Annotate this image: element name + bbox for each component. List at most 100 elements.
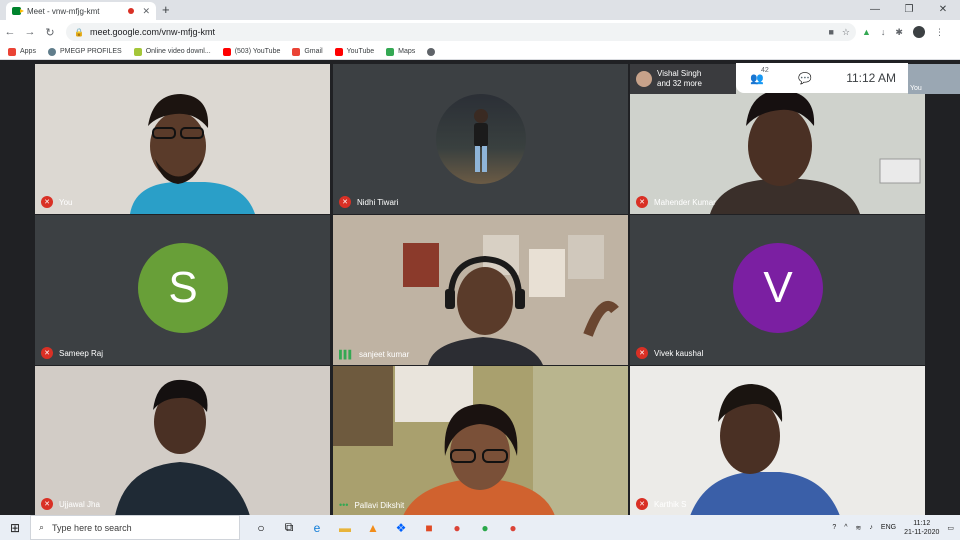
tile-name-tag: ✕ Karthik S <box>636 498 686 510</box>
participant-name: sanjeet kumar <box>359 350 410 359</box>
menu-dots-icon[interactable]: ⋮ <box>935 27 944 38</box>
language-indicator[interactable]: ENG <box>881 524 896 531</box>
bookmark-gmail[interactable]: Gmail <box>292 47 323 56</box>
bookmark-globe[interactable] <box>427 47 436 56</box>
forward-icon[interactable]: → <box>20 26 40 38</box>
bookmark-video-downloader[interactable]: Online video downl... <box>133 47 211 56</box>
youtube-icon <box>334 47 343 56</box>
edge-icon[interactable]: e <box>310 521 324 535</box>
gmail-icon <box>292 47 301 56</box>
participant-name: Pallavi Dikshit <box>354 500 405 510</box>
mic-off-icon: ✕ <box>339 196 351 208</box>
participant-video <box>333 215 628 365</box>
extension-icon[interactable]: ↓ <box>881 27 886 37</box>
close-window-button[interactable]: ✕ <box>926 0 960 20</box>
browser-tab-strip: Meet - vnw-mfjg-kmt ✕ + — ❐ ✕ <box>0 0 960 20</box>
green-app-icon[interactable]: ● <box>478 521 492 535</box>
reload-icon[interactable]: ↻ <box>40 26 60 39</box>
bookmark-youtube-503[interactable]: (503) YouTube <box>222 47 280 56</box>
participant-video <box>35 64 330 214</box>
participant-summary[interactable]: Vishal Singh and 32 more <box>630 64 736 94</box>
taskbar-clock[interactable]: 11:12 21-11-2020 <box>904 519 939 537</box>
participant-name: Ujjawal Jha <box>59 499 100 509</box>
camera-icon[interactable]: ■ <box>828 27 833 37</box>
dropbox-icon[interactable]: ❖ <box>394 521 408 535</box>
self-view-thumbnail[interactable]: You <box>908 64 960 94</box>
window-controls: — ❐ ✕ <box>858 0 960 20</box>
participant-name: Karthik S <box>654 499 687 509</box>
tile-name-tag: ▌▌▌ sanjeet kumar <box>339 350 409 359</box>
recording-indicator-icon <box>128 8 135 14</box>
extension-icons: ▲ ↓ ✱ ⋮ <box>862 23 944 41</box>
participant-video <box>630 366 925 516</box>
bookmark-pmegp[interactable]: PMEGP PROFILES <box>47 47 122 56</box>
maps-icon <box>386 47 395 56</box>
chat-icon[interactable]: 💬 <box>798 72 812 85</box>
tile-name-tag: ✕ Mahender Kumar <box>636 196 716 208</box>
cortana-icon[interactable]: ○ <box>254 521 268 535</box>
youtube-icon <box>222 47 231 56</box>
wifi-icon[interactable]: ≋ <box>856 524 862 532</box>
people-icon[interactable]: 👥 42 <box>750 67 769 85</box>
participant-tile-ujjawal[interactable]: ✕ Ujjawal Jha <box>35 366 330 516</box>
help-icon[interactable]: ? <box>832 524 836 531</box>
puzzle-icon[interactable]: ✱ <box>895 27 903 38</box>
participant-name: Mahender Kumar <box>654 197 716 207</box>
mic-off-icon: ✕ <box>41 196 53 208</box>
mic-off-icon: ✕ <box>636 196 648 208</box>
app-icon[interactable]: ■ <box>422 521 436 535</box>
volume-icon[interactable]: ♪ <box>869 524 873 531</box>
bookmarks-bar: Apps PMEGP PROFILES Online video downl..… <box>0 44 960 60</box>
bookmark-maps[interactable]: Maps <box>386 47 415 56</box>
chrome-icon[interactable]: ● <box>506 521 520 535</box>
chrome-icon[interactable]: ● <box>450 521 464 535</box>
participant-name: Sameep Raj <box>59 348 104 358</box>
bookmark-star-icon[interactable]: ☆ <box>842 27 850 38</box>
self-view-label: You <box>910 85 922 92</box>
pmegp-logo-icon <box>47 47 56 56</box>
windows-start-icon[interactable]: ⊞ <box>0 521 30 535</box>
search-icon: ⌕ <box>39 522 45 532</box>
chevron-up-icon[interactable]: ^ <box>844 524 847 531</box>
meeting-clock: 11:12 AM <box>846 71 896 85</box>
summary-more: and 32 more <box>657 79 702 88</box>
audio-active-icon: ••• <box>339 500 349 510</box>
participant-tile-karthik[interactable]: ✕ Karthik S <box>630 366 925 516</box>
profile-avatar[interactable] <box>912 26 925 38</box>
participant-tile-nidhi[interactable]: ✕ Nidhi Tiwari <box>333 64 628 214</box>
letter-avatar: V <box>733 243 823 333</box>
system-tray: ? ^ ≋ ♪ ENG 11:12 21-11-2020 ▭ <box>832 515 954 540</box>
vlc-icon[interactable]: ▲ <box>366 521 380 535</box>
meet-favicon-icon <box>12 7 24 15</box>
notifications-icon[interactable]: ▭ <box>947 524 954 532</box>
maximize-button[interactable]: ❐ <box>892 0 926 20</box>
task-view-icon[interactable]: ⧉ <box>282 520 296 535</box>
participant-tile-vivek[interactable]: V ✕ Vivek kaushal <box>630 215 925 365</box>
tile-name-tag: ••• Pallavi Dikshit <box>339 500 404 510</box>
participant-tile-pallavi[interactable]: ••• Pallavi Dikshit <box>333 366 628 516</box>
new-tab-button[interactable]: + <box>162 2 170 17</box>
browser-tab[interactable]: Meet - vnw-mfjg-kmt ✕ <box>6 2 156 20</box>
mic-off-icon: ✕ <box>636 498 648 510</box>
back-icon[interactable]: ← <box>0 26 20 38</box>
participant-tile-you[interactable]: ✕ You <box>35 64 330 214</box>
address-bar[interactable]: 🔒 meet.google.com/vnw-mfjg-kmt ■ ☆ <box>66 23 856 41</box>
participant-name: Nidhi Tiwari <box>357 197 399 207</box>
speaking-indicator-icon: ▌▌▌ <box>339 350 354 359</box>
close-tab-icon[interactable]: ✕ <box>142 6 150 17</box>
bookmark-apps[interactable]: Apps <box>8 47 36 56</box>
tile-name-tag: ✕ Sameep Raj <box>41 347 103 359</box>
bookmark-youtube[interactable]: YouTube <box>334 47 374 56</box>
tile-name-tag: ✕ Vivek kaushal <box>636 347 703 359</box>
meet-stage: ✕ You ✕ Nidhi Tiwari ✕ Mahender Kumar S … <box>0 61 960 516</box>
participant-name: Vivek kaushal <box>654 348 704 358</box>
participant-tile-sanjeet[interactable]: ▌▌▌ sanjeet kumar <box>333 215 628 365</box>
drive-extension-icon[interactable]: ▲ <box>862 27 871 37</box>
summary-name: Vishal Singh <box>657 69 702 78</box>
file-explorer-icon[interactable]: ▬ <box>338 521 352 535</box>
participant-tile-sameep[interactable]: S ✕ Sameep Raj <box>35 215 330 365</box>
mic-off-icon: ✕ <box>636 347 648 359</box>
minimize-button[interactable]: — <box>858 0 892 20</box>
taskbar-search[interactable]: ⌕ Type here to search <box>30 515 240 540</box>
participant-video <box>333 366 628 516</box>
